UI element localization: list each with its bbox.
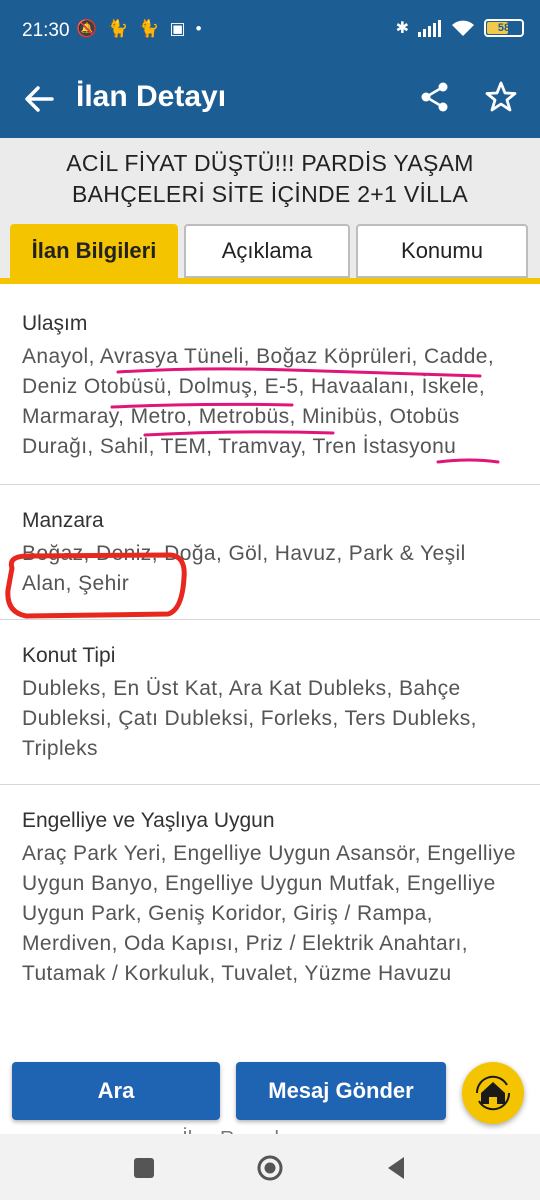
nav-home-icon[interactable]: [256, 1154, 284, 1182]
arrow-left-icon[interactable]: [22, 82, 56, 116]
recent-apps-icon[interactable]: [134, 1158, 154, 1178]
cat-icon-2: 🐈: [138, 19, 160, 38]
status-time: 21:30: [22, 20, 70, 41]
listing-title: ACİL FİYAT DÜŞTÜ!!! PARDİS YAŞAM BAHÇELE…: [66, 150, 474, 207]
send-message-button[interactable]: Mesaj Gönder: [236, 1062, 446, 1120]
cat-icon: 🐈: [107, 19, 129, 38]
section-engelliye-uygun: Engelliye ve Yaşlıya Uygun Araç Park Yer…: [0, 785, 540, 1009]
section-ulasim: Ulaşım Anayol, Avrasya Tüneli, Boğaz Köp…: [0, 284, 540, 485]
section-title: Ulaşım: [22, 312, 88, 335]
battery-level: 58: [497, 22, 511, 34]
tab-ilan-bilgileri[interactable]: İlan Bilgileri: [10, 224, 178, 278]
status-notification-icons: 🔕 🐈 🐈 ▣ •: [76, 19, 202, 39]
star-icon[interactable]: [484, 80, 518, 114]
details-content[interactable]: Ulaşım Anayol, Avrasya Tüneli, Boğaz Köp…: [0, 284, 540, 1134]
section-body: Dubleks, En Üst Kat, Ara Kat Dubleks, Ba…: [22, 677, 477, 760]
section-title: Konut Tipi: [22, 644, 116, 667]
section-title: Manzara: [22, 509, 104, 532]
section-body: Araç Park Yeri, Engelliye Uygun Asansör,…: [22, 842, 516, 985]
section-manzara: Manzara Boğaz, Deniz, Doğa, Göl, Havuz, …: [0, 485, 540, 620]
status-bar: 21:30 🔕 🐈 🐈 ▣ • ✱ 58: [0, 0, 540, 60]
listing-title-area: ACİL FİYAT DÜŞTÜ!!! PARDİS YAŞAM BAHÇELE…: [0, 138, 540, 220]
nav-back-icon[interactable]: [384, 1154, 408, 1182]
clipboard-icon: ▣: [169, 19, 186, 38]
tab-konumu[interactable]: Konumu: [356, 224, 528, 278]
wifi-icon: [452, 20, 474, 36]
mute-icon: 🔕: [76, 19, 98, 38]
search-button[interactable]: Ara: [12, 1062, 220, 1120]
app-bar: İlan Detayı: [0, 60, 540, 138]
tab-bar: İlan Bilgileri Açıklama Konumu: [0, 220, 540, 284]
home-button[interactable]: [462, 1062, 524, 1124]
signal-icon: [418, 20, 441, 37]
battery-icon: 58: [484, 19, 524, 37]
section-title: Engelliye ve Yaşlıya Uygun: [22, 809, 275, 832]
bluetooth-icon: ✱: [395, 20, 409, 37]
section-body: Boğaz, Deniz, Doğa, Göl, Havuz, Park & Y…: [22, 542, 466, 595]
home-icon: [475, 1075, 511, 1111]
tab-aciklama[interactable]: Açıklama: [184, 224, 350, 278]
more-dot-icon: •: [195, 19, 202, 38]
section-body: Anayol, Avrasya Tüneli, Boğaz Köprüleri,…: [22, 345, 495, 458]
section-konut-tipi: Konut Tipi Dubleks, En Üst Kat, Ara Kat …: [0, 620, 540, 785]
status-right-icons: ✱ 58: [396, 18, 524, 38]
page-title: İlan Detayı: [76, 80, 227, 113]
share-icon[interactable]: [418, 80, 452, 114]
